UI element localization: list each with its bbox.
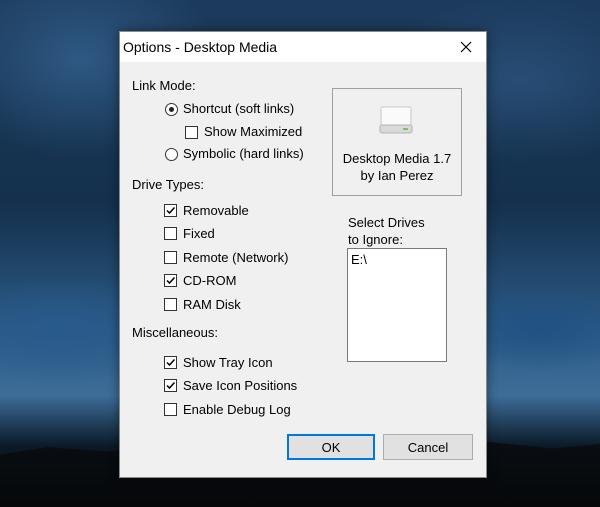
checkbox-removable-label[interactable]: Removable bbox=[183, 203, 249, 218]
ignore-drives-listbox[interactable]: E:\ bbox=[347, 248, 447, 362]
checkbox-show-tray-icon-label[interactable]: Show Tray Icon bbox=[183, 355, 273, 370]
drive-icon bbox=[379, 106, 413, 134]
checkbox-enable-debug-log-label[interactable]: Enable Debug Log bbox=[183, 402, 291, 417]
check-icon bbox=[166, 381, 176, 390]
ignore-label-line2: to Ignore: bbox=[348, 232, 403, 247]
title-bar: Options - Desktop Media bbox=[120, 32, 486, 62]
close-button[interactable] bbox=[446, 32, 486, 62]
checkbox-show-maximized-label[interactable]: Show Maximized bbox=[204, 124, 302, 139]
dialog-title: Options - Desktop Media bbox=[123, 39, 278, 55]
cancel-button[interactable]: Cancel bbox=[383, 434, 473, 460]
checkbox-ramdisk[interactable] bbox=[164, 298, 177, 311]
misc-label: Miscellaneous: bbox=[132, 325, 218, 340]
checkbox-remote-label[interactable]: Remote (Network) bbox=[183, 250, 288, 265]
drive-types-label: Drive Types: bbox=[132, 177, 205, 192]
checkbox-remote[interactable] bbox=[164, 251, 177, 264]
radio-symbolic[interactable] bbox=[165, 148, 178, 161]
radio-shortcut[interactable] bbox=[165, 103, 178, 116]
checkbox-show-maximized[interactable] bbox=[185, 126, 198, 139]
checkbox-fixed-label[interactable]: Fixed bbox=[183, 226, 215, 241]
checkbox-enable-debug-log[interactable] bbox=[164, 403, 177, 416]
radio-selected-dot bbox=[169, 107, 174, 112]
check-icon bbox=[166, 276, 176, 285]
checkbox-ramdisk-label[interactable]: RAM Disk bbox=[183, 297, 241, 312]
checkbox-removable[interactable] bbox=[164, 204, 177, 217]
ok-button[interactable]: OK bbox=[287, 434, 375, 460]
app-name: Desktop Media 1.7 bbox=[342, 151, 452, 166]
app-author: by Ian Perez bbox=[360, 168, 434, 183]
check-icon bbox=[166, 358, 176, 367]
checkbox-save-icon-positions-label[interactable]: Save Icon Positions bbox=[183, 378, 297, 393]
options-dialog: Options - Desktop Media Link Mode: Short… bbox=[119, 31, 487, 478]
ok-button-label: OK bbox=[321, 439, 341, 455]
radio-shortcut-label[interactable]: Shortcut (soft links) bbox=[183, 101, 294, 116]
checkbox-save-icon-positions[interactable] bbox=[164, 379, 177, 392]
ignore-label-line1: Select Drives bbox=[348, 215, 425, 230]
close-icon bbox=[460, 41, 472, 53]
cancel-button-label: Cancel bbox=[407, 439, 449, 455]
checkbox-show-tray-icon[interactable] bbox=[164, 356, 177, 369]
about-panel: Desktop Media 1.7 by Ian Perez bbox=[332, 88, 462, 196]
radio-symbolic-label[interactable]: Symbolic (hard links) bbox=[183, 146, 304, 161]
list-item[interactable]: E:\ bbox=[351, 252, 367, 267]
check-icon bbox=[166, 206, 176, 215]
checkbox-cdrom-label[interactable]: CD-ROM bbox=[183, 273, 236, 288]
checkbox-fixed[interactable] bbox=[164, 227, 177, 240]
checkbox-cdrom[interactable] bbox=[164, 274, 177, 287]
link-mode-label: Link Mode: bbox=[132, 78, 196, 93]
